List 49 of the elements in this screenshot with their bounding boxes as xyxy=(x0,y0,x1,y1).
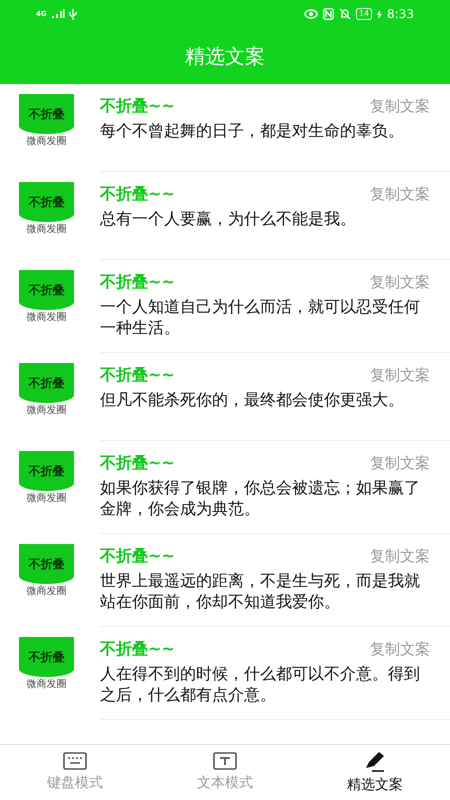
copy-text-button[interactable]: 复制文案 xyxy=(370,94,430,118)
author-name: 不折叠~~ xyxy=(100,364,175,386)
logo-text: 不折叠 xyxy=(28,651,64,663)
copy-text-button[interactable]: 复制文案 xyxy=(370,638,430,660)
author-name: 不折叠~~ xyxy=(100,183,175,205)
signal-icon xyxy=(50,9,65,19)
charging-icon xyxy=(377,10,382,18)
nfc-icon xyxy=(322,8,334,20)
quote-text: 总有一个人要赢，为什么不能是我。 xyxy=(100,208,357,229)
logo-tagline: 微商发圈 xyxy=(26,224,66,234)
logo-text: 不折叠 xyxy=(28,377,64,389)
clock-time: 8:33 xyxy=(387,8,414,20)
logo-tagline: 微商发圈 xyxy=(26,136,66,146)
copy-text-button[interactable]: 复制文案 xyxy=(370,364,430,386)
copy-text-button[interactable]: 复制文案 xyxy=(370,544,430,568)
page-title: 精选文案 xyxy=(185,43,265,70)
logo-text: 不折叠 xyxy=(28,108,64,120)
logo-text: 不折叠 xyxy=(28,558,64,570)
bottom-tab[interactable]: 精选文案 xyxy=(300,745,450,800)
logo-text: 不折叠 xyxy=(28,465,64,477)
logo-tagline: 微商发圈 xyxy=(26,312,66,322)
logo-text: 不折叠 xyxy=(28,284,64,296)
logo-tagline: 微商发圈 xyxy=(26,586,66,596)
author-name: 不折叠~~ xyxy=(100,95,175,117)
copy-text-button[interactable]: 复制文案 xyxy=(370,270,430,294)
copy-text-button[interactable]: 复制文案 xyxy=(370,452,430,474)
bottom-tab[interactable]: 键盘模式 xyxy=(0,745,150,800)
logo-tagline: 微商发圈 xyxy=(26,494,66,504)
author-name: 不折叠~~ xyxy=(100,271,175,293)
author-name: 不折叠~~ xyxy=(100,545,175,567)
quote-text: 每个不曾起舞的日子，都是对生命的辜负。 xyxy=(100,120,405,141)
text-box-icon xyxy=(213,752,237,770)
bottom-tab[interactable]: 文本模式 xyxy=(150,745,300,800)
quote-text: 人在得不到的时候，什么都可以不介意。得到之后，什么都有点介意。 xyxy=(100,663,421,705)
battery-indicator: 14 xyxy=(356,8,372,20)
usb-icon xyxy=(68,8,77,20)
quote-text: 世界上最遥远的距离，不是生与死，而是我就站在你面前，你却不知道我爱你。 xyxy=(100,570,421,612)
author-name: 不折叠~~ xyxy=(100,452,175,474)
author-name: 不折叠~~ xyxy=(100,638,175,660)
keyboard-icon xyxy=(63,752,87,770)
logo-tagline: 微商发圈 xyxy=(26,406,66,416)
mute-icon xyxy=(338,8,351,20)
copy-text-button[interactable]: 复制文案 xyxy=(370,182,430,206)
eye-icon xyxy=(304,9,318,19)
logo-tagline: 微商发圈 xyxy=(26,680,66,690)
quote-text: 一个人知道自己为什么而活，就可以忍受任何一种生活。 xyxy=(100,296,421,338)
logo-text: 不折叠 xyxy=(28,196,64,208)
quote-text: 如果你获得了银牌，你总会被遗忘；如果赢了金牌，你会成为典范。 xyxy=(100,477,421,519)
quote-text: 但凡不能杀死你的，最终都会使你更强大。 xyxy=(100,389,405,410)
